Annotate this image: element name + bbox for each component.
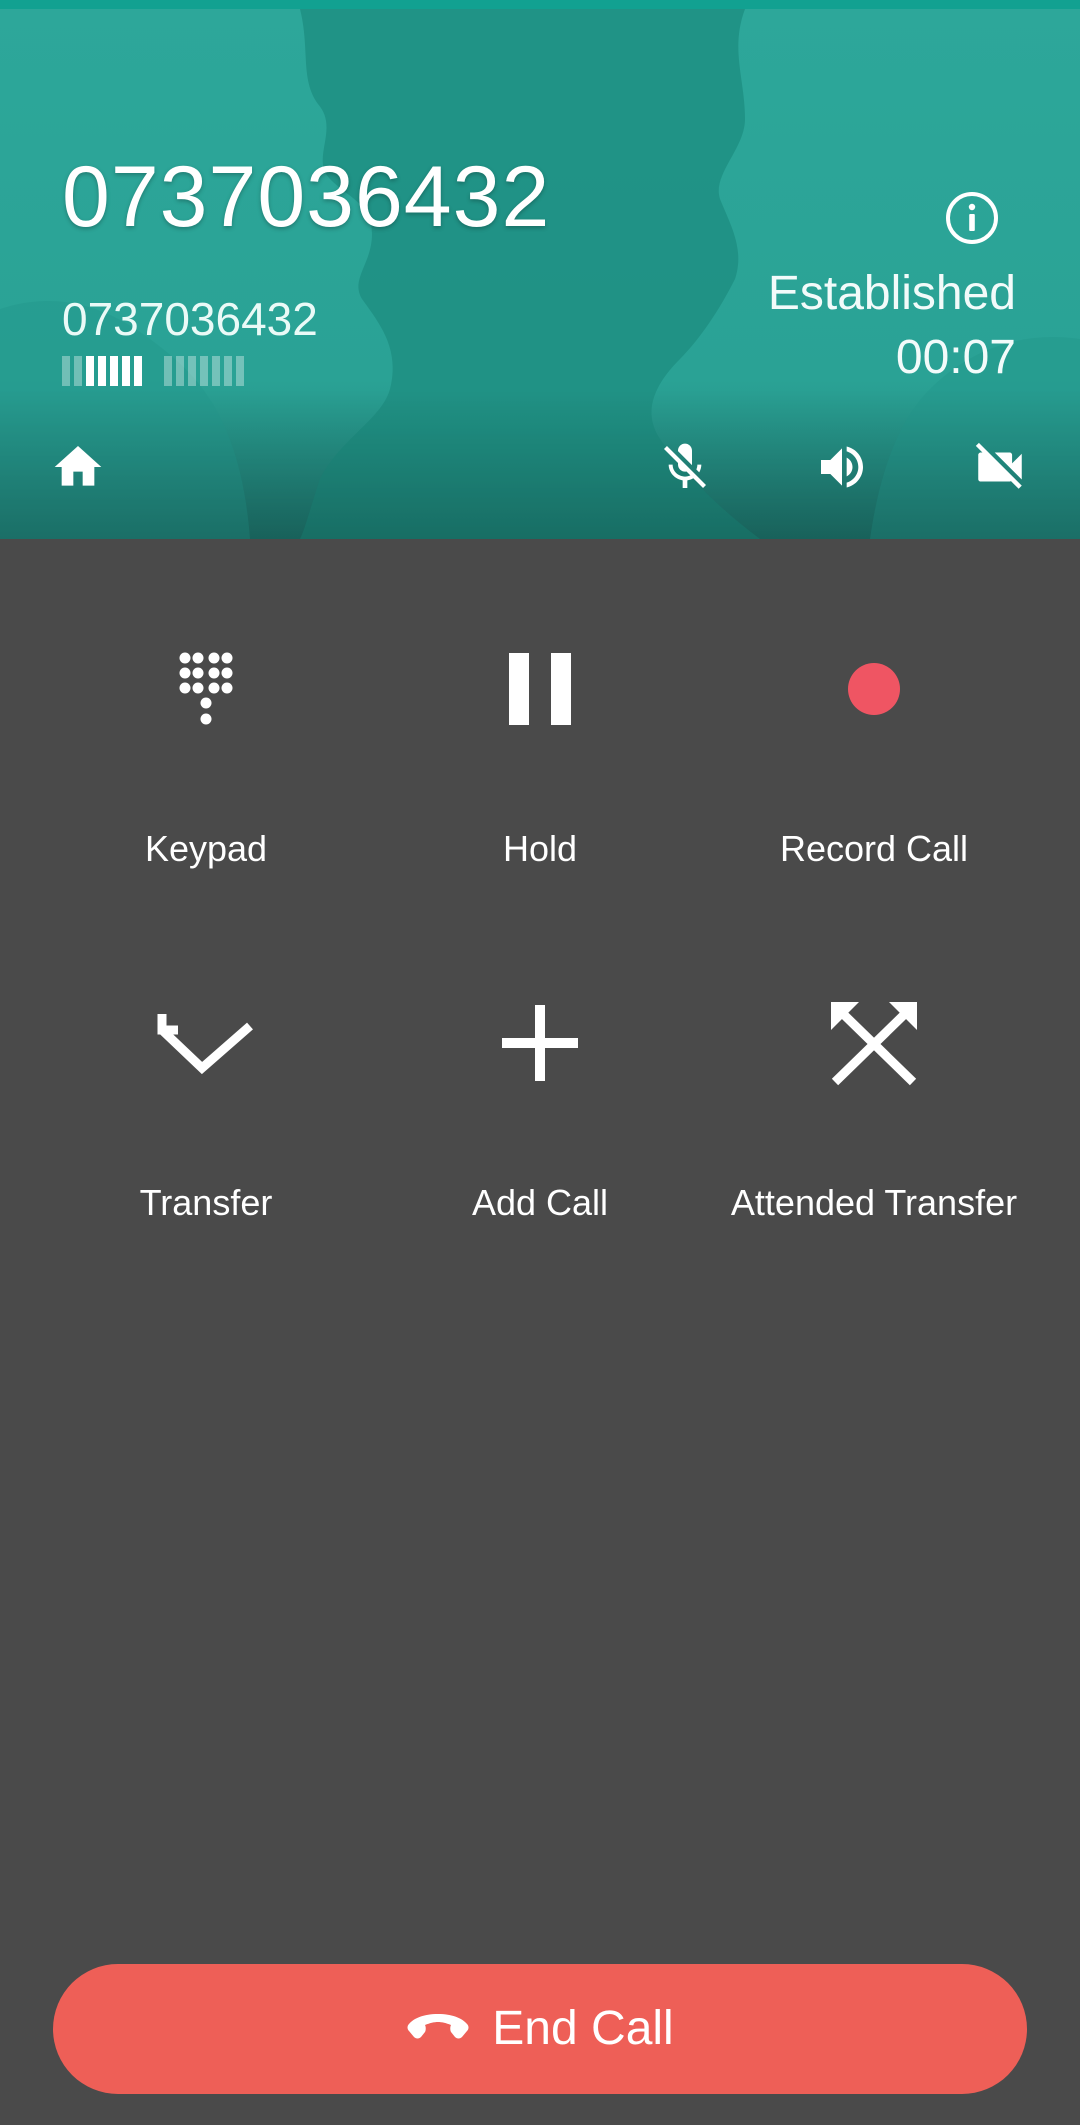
quality-bar: [188, 356, 196, 386]
quality-bar: [200, 356, 208, 386]
record-call-label: Record Call: [779, 828, 969, 869]
add-icon: [370, 993, 710, 1093]
transfer-button[interactable]: Transfer: [36, 893, 376, 1223]
quality-bar: [176, 356, 184, 386]
quality-bar: [212, 356, 220, 386]
record-dot: [848, 663, 900, 715]
quality-bar: [74, 356, 82, 386]
pause-icon: [370, 639, 710, 739]
keypad-label: Keypad: [144, 828, 268, 869]
quality-bar: [164, 356, 172, 386]
record-icon: [704, 639, 1044, 739]
volume-up-icon[interactable]: [812, 437, 872, 497]
hold-label: Hold: [502, 828, 578, 869]
call-merge-icon: [704, 993, 1044, 1093]
attended-transfer-label: Attended Transfer: [730, 1182, 1018, 1223]
videocam-off-icon[interactable]: [970, 437, 1030, 497]
sent-quality-bars: [164, 356, 244, 386]
quality-bar: [134, 356, 142, 386]
info-icon[interactable]: [944, 190, 1000, 246]
home-icon[interactable]: [48, 437, 108, 497]
add-call-button[interactable]: Add Call: [370, 893, 710, 1223]
received-quality-bars: [62, 356, 142, 386]
quality-bar: [98, 356, 106, 386]
keypad-button[interactable]: Keypad: [36, 539, 376, 869]
add-call-label: Add Call: [471, 1182, 609, 1223]
caller-display-name: 0737036432: [62, 149, 551, 245]
header-shade: [0, 389, 1080, 539]
quality-bar: [236, 356, 244, 386]
call-transfer-icon: [36, 993, 376, 1093]
quality-bar: [110, 356, 118, 386]
quality-bar: [122, 356, 130, 386]
end-call-label: End Call: [492, 2002, 674, 2055]
quality-bar: [86, 356, 94, 386]
call-state: Established: [767, 267, 1016, 320]
call-timer: 00:07: [895, 331, 1016, 384]
call-quality-indicator: [62, 356, 266, 386]
in-call-screen: 0737036432 0737036432 Established 00:07: [0, 0, 1080, 2125]
dialpad-icon: [36, 639, 376, 739]
hold-button[interactable]: Hold: [370, 539, 710, 869]
mic-off-icon[interactable]: [655, 437, 715, 497]
call-header: 0737036432 0737036432 Established 00:07: [0, 9, 1080, 539]
record-call-button[interactable]: Record Call: [704, 539, 1044, 869]
transfer-label: Transfer: [139, 1182, 273, 1223]
quality-bar: [224, 356, 232, 386]
end-call-button[interactable]: End Call: [53, 1964, 1027, 2094]
call-end-icon: [406, 2012, 470, 2047]
quality-bar: [62, 356, 70, 386]
attended-transfer-button[interactable]: Attended Transfer: [704, 893, 1044, 1223]
caller-number: 0737036432: [62, 293, 318, 345]
status-bar: [0, 0, 1080, 9]
